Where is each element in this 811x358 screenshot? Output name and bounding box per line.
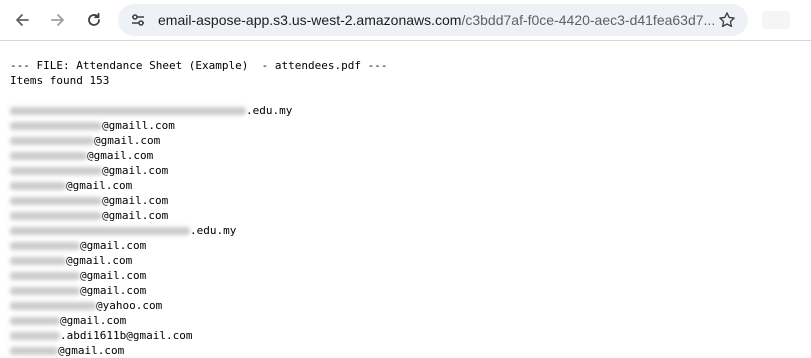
email-domain: @gmail.com <box>102 164 169 177</box>
email-entry: .edu.my <box>10 223 805 238</box>
redacted-text <box>10 151 87 160</box>
redacted-text <box>10 196 102 205</box>
redacted-text <box>10 271 80 280</box>
email-entry: @gmail.com <box>10 133 805 148</box>
redacted-text <box>10 211 102 220</box>
email-domain: @gmail.com <box>66 254 133 267</box>
email-list: .edu.my @gmaill.com @gmail.com @gmail.com @g… <box>10 103 805 358</box>
redacted-text <box>10 181 66 190</box>
page-content: --- FILE: Attendance Sheet (Example) - a… <box>10 58 805 358</box>
email-domain: @gmail.com <box>80 269 147 282</box>
back-arrow-icon <box>16 14 29 26</box>
url-text[interactable]: email-aspose-app.s3.us-west-2.amazonaws.… <box>158 4 715 36</box>
email-entry: @gmail.com <box>10 193 805 208</box>
redacted-text <box>10 226 190 235</box>
email-entry: .edu.my <box>10 103 805 118</box>
tune-icon <box>132 14 144 26</box>
email-domain: @gmail.com <box>87 149 154 162</box>
email-domain: @gmail.com <box>80 284 147 297</box>
file-header: --- FILE: Attendance Sheet (Example) - a… <box>10 59 388 72</box>
items-count: Items found 153 <box>10 74 110 87</box>
email-entry: @yahoo.com <box>10 298 805 313</box>
site-info-button[interactable] <box>126 8 150 32</box>
email-domain: @gmail.com <box>66 179 133 192</box>
redacted-text <box>10 316 60 325</box>
email-entry: @gmail.com <box>10 178 805 193</box>
email-entry: @gmail.com <box>10 253 805 268</box>
reload-icon <box>88 12 100 26</box>
email-entry: @gmail.com <box>10 148 805 163</box>
email-entry: @gmail.com <box>10 313 805 328</box>
email-domain: @gmail.com <box>94 134 161 147</box>
email-entry: @gmail.com <box>10 268 805 283</box>
redacted-text <box>10 166 102 175</box>
email-entry: @gmail.com <box>10 208 805 223</box>
email-domain: @gmaill.com <box>102 119 175 132</box>
url-path: /c3bdd7af-f0ce-4420-aec3-d41fea63d7... <box>461 12 716 28</box>
redacted-text <box>10 121 102 130</box>
email-domain: @gmail.com <box>60 314 127 327</box>
email-entry: @gmail.com <box>10 238 805 253</box>
url-host: email-aspose-app.s3.us-west-2.amazonaws.… <box>158 12 462 28</box>
redacted-text <box>10 331 60 340</box>
back-button[interactable] <box>8 6 36 34</box>
email-entry: @gmail.com <box>10 283 805 298</box>
email-domain: @gmail.com <box>80 239 147 252</box>
redacted-text <box>10 346 58 355</box>
bookmark-button[interactable] <box>714 7 740 33</box>
email-domain: .edu.my <box>190 224 237 237</box>
email-domain: .edu.my <box>246 104 293 117</box>
email-domain: @yahoo.com <box>96 299 163 312</box>
email-domain: @gmail.com <box>58 344 125 357</box>
star-icon <box>719 12 735 28</box>
browser-toolbar: email-aspose-app.s3.us-west-2.amazonaws.… <box>0 0 811 41</box>
extension-placeholder <box>762 11 790 29</box>
redacted-text <box>10 301 96 310</box>
email-entry: @gmail.com <box>10 343 805 358</box>
reload-button[interactable] <box>80 6 108 34</box>
redacted-text <box>10 241 80 250</box>
redacted-text <box>10 136 94 145</box>
forward-button[interactable] <box>44 6 72 34</box>
email-domain: @gmail.com <box>102 209 169 222</box>
redacted-text <box>10 286 80 295</box>
email-entry: .abdi1611b@gmail.com <box>10 328 805 343</box>
email-entry: @gmail.com <box>10 163 805 178</box>
email-domain: @gmail.com <box>102 194 169 207</box>
redacted-text <box>10 256 66 265</box>
email-entry: @gmaill.com <box>10 118 805 133</box>
email-domain: .abdi1611b@gmail.com <box>60 329 193 342</box>
address-bar[interactable]: email-aspose-app.s3.us-west-2.amazonaws.… <box>118 4 748 36</box>
forward-arrow-icon <box>51 14 64 26</box>
redacted-text <box>10 106 246 115</box>
